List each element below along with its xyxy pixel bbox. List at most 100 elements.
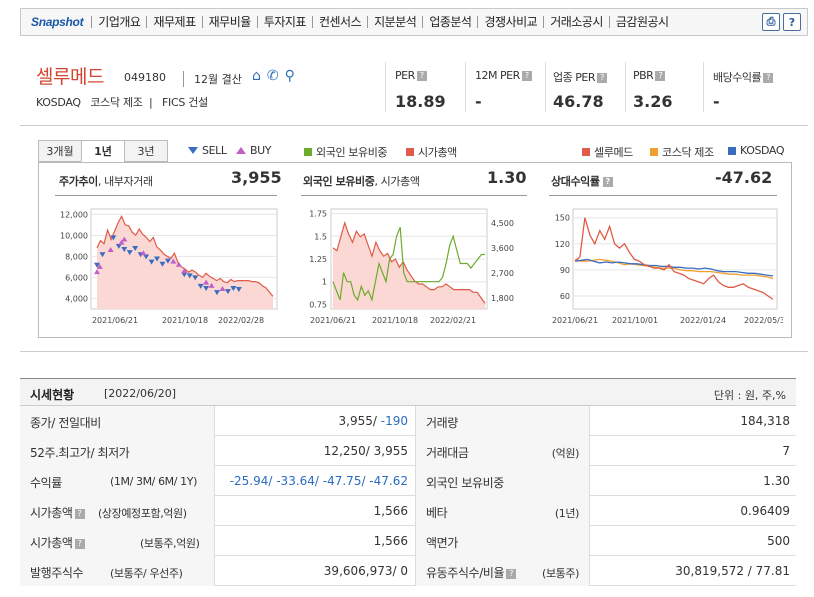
ratio-value: - <box>475 92 482 111</box>
plot-frame <box>572 208 778 310</box>
tab-3y[interactable]: 3년 <box>124 140 168 162</box>
info-icon[interactable]: ? <box>416 71 427 81</box>
nav-item-financial-ratios[interactable]: 재무비율 <box>201 16 257 28</box>
panel1-subtitle: , 내부자거래 <box>97 175 153 188</box>
nav-item-financial-statements[interactable]: 재무제표 <box>146 16 201 28</box>
nav-item-industry[interactable]: 업종분석 <box>422 16 477 28</box>
relative-return-chart: 60 90 120 150 2021/06/21 2021/10/01 2022/01/24… <box>552 208 783 325</box>
panel2-value: 1.30 <box>487 168 527 187</box>
chart-box: 주가추이, 내부자거래 3,955 외국인 보유비중, 시가총액 1.30 상대… <box>38 162 792 338</box>
row-label-cell: 종가/ 전일대비 <box>20 406 215 436</box>
row-value: -25.94/ -33.64/ -47.75/ -47.62 <box>230 474 408 488</box>
ratio-label: PER <box>395 69 415 82</box>
legend-kosdaq: KOSDAQ <box>728 144 785 157</box>
nav-item-company-overview[interactable]: 기업개요 <box>91 16 146 28</box>
row-label: 외국인 보유비중 <box>426 476 504 490</box>
location-icon[interactable]: ⚲ <box>285 68 295 84</box>
market-row: 발행주식수 (보통주/ 우선주) 39,606,973/ 0 유동주식수/비율? (보통… <box>20 556 796 586</box>
row-sublabel: (보통주,억원) <box>140 537 200 550</box>
ratio-label: PBR <box>633 69 654 82</box>
settlement-month: 12월 결산 <box>183 71 242 87</box>
nav-item-consensus[interactable]: 컨센서스 <box>311 16 367 28</box>
y-right-tick-label: 3,600 <box>491 244 514 253</box>
company-code: 049180 <box>124 71 166 84</box>
row-value: 1,566 <box>374 534 408 548</box>
info-icon[interactable]: ? <box>74 538 85 549</box>
row-label: 액면가 <box>426 536 458 550</box>
nav-item-ownership[interactable]: 지분분석 <box>367 16 422 28</box>
info-icon[interactable]: ? <box>763 73 774 83</box>
row-value-main: 3,955/ <box>338 414 381 428</box>
info-icon[interactable]: ? <box>602 177 613 187</box>
info-icon[interactable]: ? <box>655 71 666 81</box>
legend-swatch <box>406 148 414 156</box>
legend-swatch <box>650 148 658 156</box>
y-tick-label: 12,000 <box>60 210 88 219</box>
row-value-main: 1,566 <box>373 534 408 548</box>
market-name: KOSDAQ <box>36 96 81 109</box>
row-value-change: -190 <box>380 414 408 428</box>
x-tick-label: 2022/01/24 <box>680 316 726 325</box>
panel3-value: -47.62 <box>715 168 773 187</box>
y-tick-label: 60 <box>560 292 570 301</box>
panel2-title: 외국인 보유비중, 시가총액 <box>303 173 420 189</box>
legend-stock-label: 셀루메드 <box>594 146 633 159</box>
row-sublabel: (보통주) <box>542 567 579 580</box>
x-tick-label: 2021/10/18 <box>162 316 208 325</box>
buy-triangle-icon <box>236 147 246 154</box>
y-right-tick-label: 4,500 <box>491 219 514 228</box>
info-icon[interactable]: ? <box>506 568 517 579</box>
snapshot-logo[interactable]: Snapshot <box>21 15 91 29</box>
row-label: 유동주식수/비율 <box>426 566 505 580</box>
legend-sector: 코스닥 제조 <box>650 144 714 160</box>
help-icon[interactable]: ? <box>783 13 801 31</box>
row-label-cell-right: 거래대금 (억원) <box>415 436 590 466</box>
legend-kosdaq-label: KOSDAQ <box>740 144 785 157</box>
nav-item-competitors[interactable]: 경쟁사비교 <box>477 16 543 28</box>
price-area <box>97 216 273 309</box>
row-label-cell-right: 액면가 <box>415 526 590 556</box>
row-label-cell-right: 베타 (1년) <box>415 496 590 526</box>
info-icon[interactable]: ? <box>596 73 607 83</box>
nav-item-investment-indicators[interactable]: 투자지표 <box>256 16 312 28</box>
home-icon[interactable]: ⌂ <box>252 68 261 84</box>
nav-item-exchange-disclosure[interactable]: 거래소공시 <box>543 16 609 28</box>
row-label: 베타 <box>426 506 448 520</box>
valuation-ratios: PER? 18.89 12M PER? - 업종 PER? 46.78 PBR?… <box>385 44 795 114</box>
panel1-value: 3,955 <box>231 168 282 187</box>
legend-sell-label: SELL <box>202 144 227 157</box>
tab-1y[interactable]: 1년 <box>81 140 125 162</box>
info-icon[interactable]: ? <box>521 71 532 81</box>
y-right-tick-label: 2,700 <box>491 269 514 278</box>
market-row: 시가총액? (상장예정포함,억원) 1,566 베타 (1년) 0.96409 <box>20 496 796 526</box>
snapshot-nav: Snapshot 기업개요 재무제표 재무비율 투자지표 컨센서스 지분분석 업… <box>20 8 808 36</box>
phone-icon[interactable]: ✆ <box>267 68 279 84</box>
legend-swatch <box>582 148 590 156</box>
x-tick-label: 2021/06/21 <box>552 316 598 325</box>
info-icon[interactable]: ? <box>74 508 85 519</box>
row-sublabel: (상장예정포함,억원) <box>98 507 187 520</box>
row-sublabel: (1년) <box>554 507 580 520</box>
row-label-cell-right: 외국인 보유비중 <box>415 466 590 496</box>
panel3-title: 상대수익률? <box>551 173 613 189</box>
row-label: 시가총액 <box>30 536 73 550</box>
nav-item-fss-disclosure[interactable]: 금감원공시 <box>608 16 675 28</box>
print-icon[interactable]: ⎙ <box>762 13 780 31</box>
panel2-title-text: 외국인 보유비중 <box>303 175 375 188</box>
x-tick-label: 2022/02/21 <box>430 316 476 325</box>
tab-3m[interactable]: 3개월 <box>38 140 82 162</box>
legend-foreign: 외국인 보유비중 <box>304 144 388 160</box>
row-label: 발행주식수 <box>30 566 84 580</box>
row-label-cell-right: 거래량 <box>415 406 590 436</box>
row-value-right: 7 <box>782 444 790 458</box>
row-label: 수익률 <box>30 476 62 490</box>
ratio-value: 18.89 <box>395 92 446 111</box>
ratio-label: 업종 PER <box>553 71 595 84</box>
x-tick-label: 2021/06/21 <box>92 316 138 325</box>
x-tick-label: 2021/06/21 <box>310 316 356 325</box>
row-label-cell: 52주.최고가/ 최저가 <box>20 436 215 466</box>
y-tick-label: 90 <box>560 266 570 275</box>
price-chart: 4,000 6,000 8,000 10,000 12,000 2021/06/21 202… <box>60 208 278 325</box>
row-value: 39,606,973/ 0 <box>324 564 408 578</box>
sell-triangle-icon <box>188 147 198 154</box>
